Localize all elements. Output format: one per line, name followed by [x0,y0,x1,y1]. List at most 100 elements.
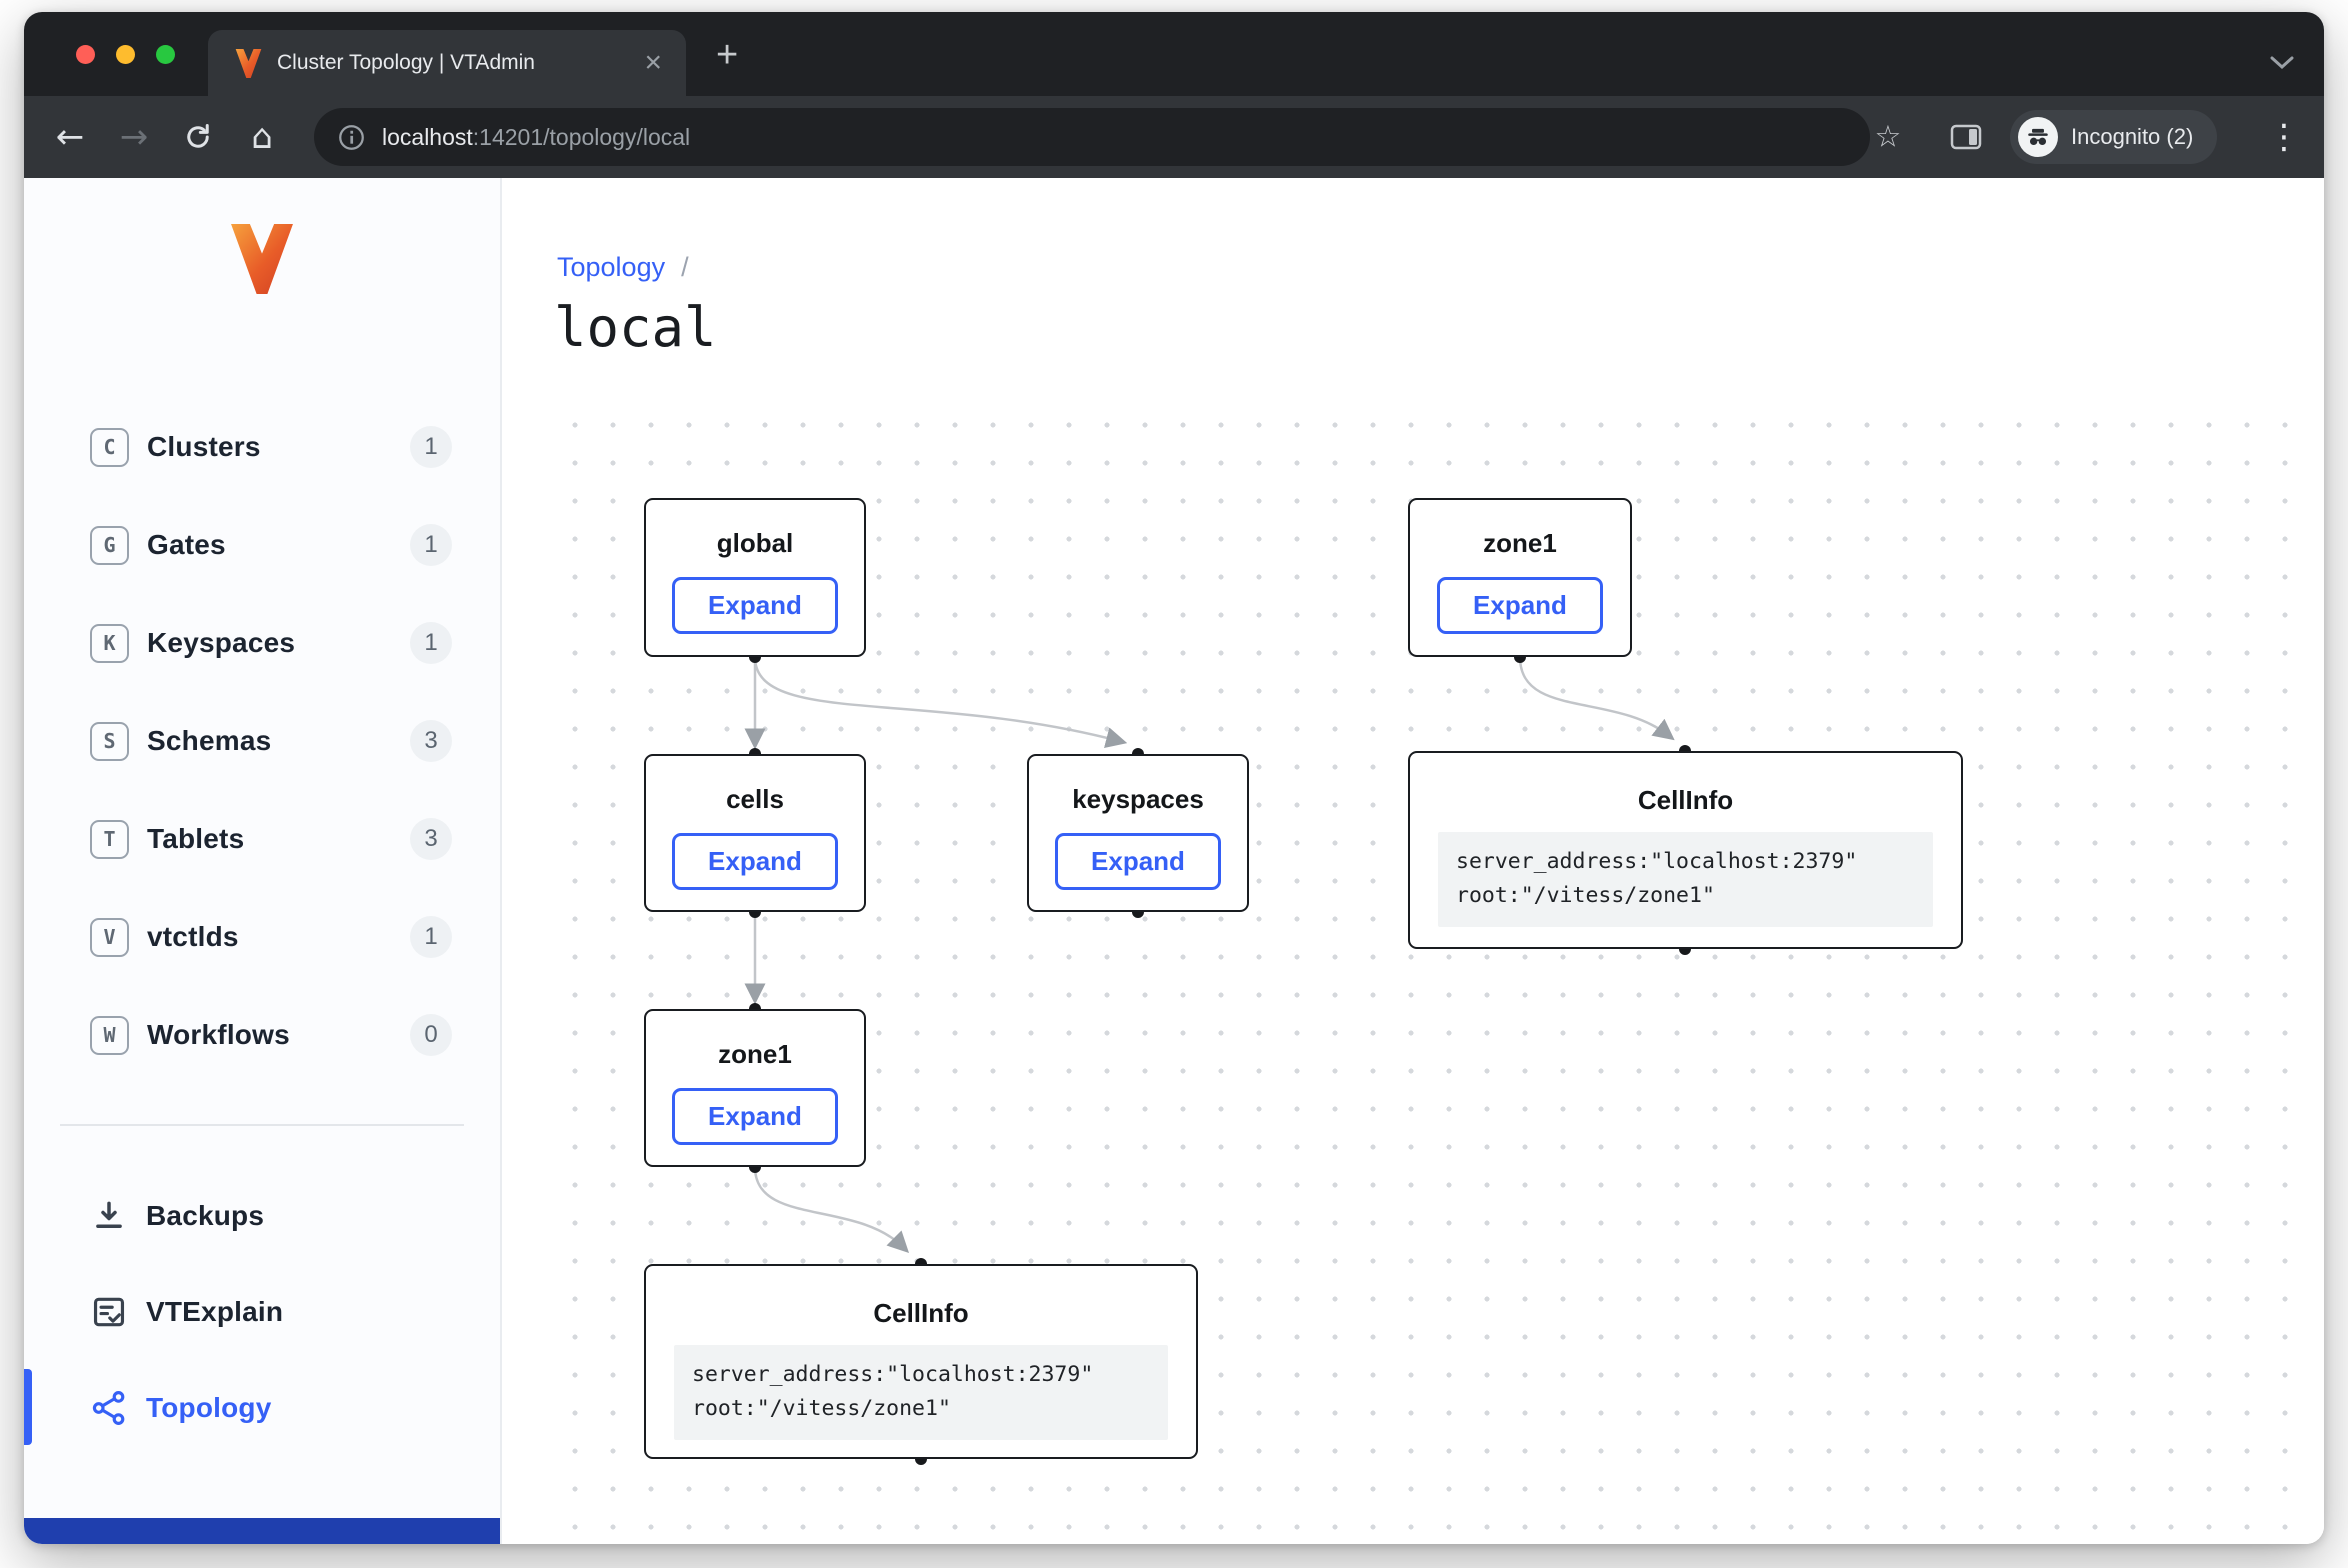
side-panel-icon[interactable] [1950,124,1982,150]
url-host: localhost [382,124,473,150]
cellinfo-code: server_address:"localhost:2379" root:"/v… [1438,832,1933,927]
node-cellinfo-bottom[interactable]: CellInfo server_address:"localhost:2379"… [644,1264,1198,1459]
vtexplain-icon [90,1293,128,1331]
vitess-favicon [235,49,262,78]
sidebar-item-workflows[interactable]: W Workflows 0 [24,986,500,1084]
workflows-icon: W [90,1016,129,1055]
sidebar-item-label: vtctlds [147,921,239,953]
code-line: root:"/vitess/zone1" [1456,879,1915,913]
sidebar-item-label: Clusters [147,431,261,463]
sidebar-item-label: Keyspaces [147,627,295,659]
keyspaces-icon: K [90,624,129,663]
sidebar-bottom-bar [24,1518,500,1544]
close-window-button[interactable] [76,45,95,64]
sidebar-item-tablets[interactable]: T Tablets 3 [24,790,500,888]
sidebar-item-topology[interactable]: Topology [24,1360,500,1456]
node-zone1-top[interactable]: zone1 Expand [1408,498,1632,657]
expand-button-keyspaces[interactable]: Expand [1055,833,1221,890]
code-line: root:"/vitess/zone1" [692,1392,1150,1426]
tab-strip: Cluster Topology | VTAdmin × + [24,12,2324,96]
url-text: localhost:14201/topology/local [382,124,690,151]
count-badge: 3 [410,720,452,762]
count-badge: 1 [410,916,452,958]
sidebar-footer-list: Backups VTExplain [24,1168,500,1456]
browser-toolbar: ← → ⌂ localhost:14201/topology/local ☆ [24,96,2324,178]
node-title: cells [726,784,784,815]
home-button[interactable]: ⌂ [251,117,273,157]
node-title: CellInfo [1638,785,1733,816]
sidebar-item-clusters[interactable]: C Clusters 1 [24,398,500,496]
tablets-icon: T [90,820,129,859]
macos-window-controls [76,45,175,64]
breadcrumb-topology-link[interactable]: Topology [557,252,665,282]
forward-button[interactable]: → [120,117,149,157]
address-bar[interactable]: localhost:14201/topology/local [314,108,1870,166]
node-zone1-bottom[interactable]: zone1 Expand [644,1009,866,1167]
incognito-label: Incognito (2) [2071,124,2193,150]
download-icon [90,1197,128,1235]
sidebar-item-backups[interactable]: Backups [24,1168,500,1264]
count-badge: 1 [410,524,452,566]
browser-tab[interactable]: Cluster Topology | VTAdmin × [208,30,686,96]
sidebar: C Clusters 1 G Gates 1 K Keyspaces 1 S S… [24,178,502,1544]
sidebar-item-vtctlds[interactable]: V vtctlds 1 [24,888,500,986]
sidebar-divider [60,1124,464,1126]
node-title: global [717,528,794,559]
vtctlds-icon: V [90,918,129,957]
sidebar-item-label: VTExplain [146,1296,283,1328]
gates-icon: G [90,526,129,565]
page-title: local [554,296,717,359]
clusters-icon: C [90,428,129,467]
node-keyspaces[interactable]: keyspaces Expand [1027,754,1249,912]
main-panel: Topology / local [504,178,2324,1544]
expand-button-zone1-top[interactable]: Expand [1437,577,1603,634]
sidebar-item-gates[interactable]: G Gates 1 [24,496,500,594]
cellinfo-code: server_address:"localhost:2379" root:"/v… [674,1345,1168,1440]
browser-menu-icon[interactable]: ⋮ [2267,117,2301,157]
back-button[interactable]: ← [56,117,85,157]
browser-window: Cluster Topology | VTAdmin × + ← → ⌂ loc… [24,12,2324,1544]
node-title: zone1 [718,1039,792,1070]
sidebar-item-label: Schemas [147,725,271,757]
sidebar-item-label: Tablets [147,823,244,855]
node-title: CellInfo [873,1298,968,1329]
page-content: C Clusters 1 G Gates 1 K Keyspaces 1 S S… [24,178,2324,1544]
topology-icon [90,1389,128,1427]
sidebar-nav-list: C Clusters 1 G Gates 1 K Keyspaces 1 S S… [24,398,500,1084]
sidebar-item-label: Backups [146,1200,264,1232]
expand-button-zone1-bottom[interactable]: Expand [672,1088,838,1145]
schemas-icon: S [90,722,129,761]
new-tab-button[interactable]: + [716,36,738,74]
node-cells[interactable]: cells Expand [644,754,866,912]
tab-search-chevron-icon[interactable] [2268,54,2296,72]
count-badge: 1 [410,622,452,664]
sidebar-item-vtexplain[interactable]: VTExplain [24,1264,500,1360]
breadcrumb-separator: / [681,252,689,282]
sidebar-item-schemas[interactable]: S Schemas 3 [24,692,500,790]
sidebar-item-label: Topology [146,1392,272,1424]
node-title: zone1 [1483,528,1557,559]
count-badge: 1 [410,426,452,468]
expand-button-cells[interactable]: Expand [672,833,838,890]
node-title: keyspaces [1072,784,1204,815]
count-badge: 0 [410,1014,452,1056]
minimize-window-button[interactable] [116,45,135,64]
count-badge: 3 [410,818,452,860]
page-info-icon[interactable] [338,124,365,151]
vitess-logo [229,224,295,294]
node-cellinfo-right[interactable]: CellInfo server_address:"localhost:2379"… [1408,751,1963,949]
zoom-window-button[interactable] [156,45,175,64]
url-path: :14201/topology/local [473,124,690,150]
tab-title: Cluster Topology | VTAdmin [277,51,644,75]
tab-close-button[interactable]: × [644,48,662,78]
code-line: server_address:"localhost:2379" [692,1358,1150,1392]
breadcrumb: Topology / [557,252,689,283]
sidebar-item-label: Workflows [147,1019,290,1051]
reload-icon[interactable] [183,122,213,152]
bookmark-star-icon[interactable]: ☆ [1875,120,1902,155]
incognito-profile-badge[interactable]: Incognito (2) [2010,110,2217,164]
active-item-indicator [24,1369,32,1445]
expand-button-global[interactable]: Expand [672,577,838,634]
node-global[interactable]: global Expand [644,498,866,657]
sidebar-item-keyspaces[interactable]: K Keyspaces 1 [24,594,500,692]
